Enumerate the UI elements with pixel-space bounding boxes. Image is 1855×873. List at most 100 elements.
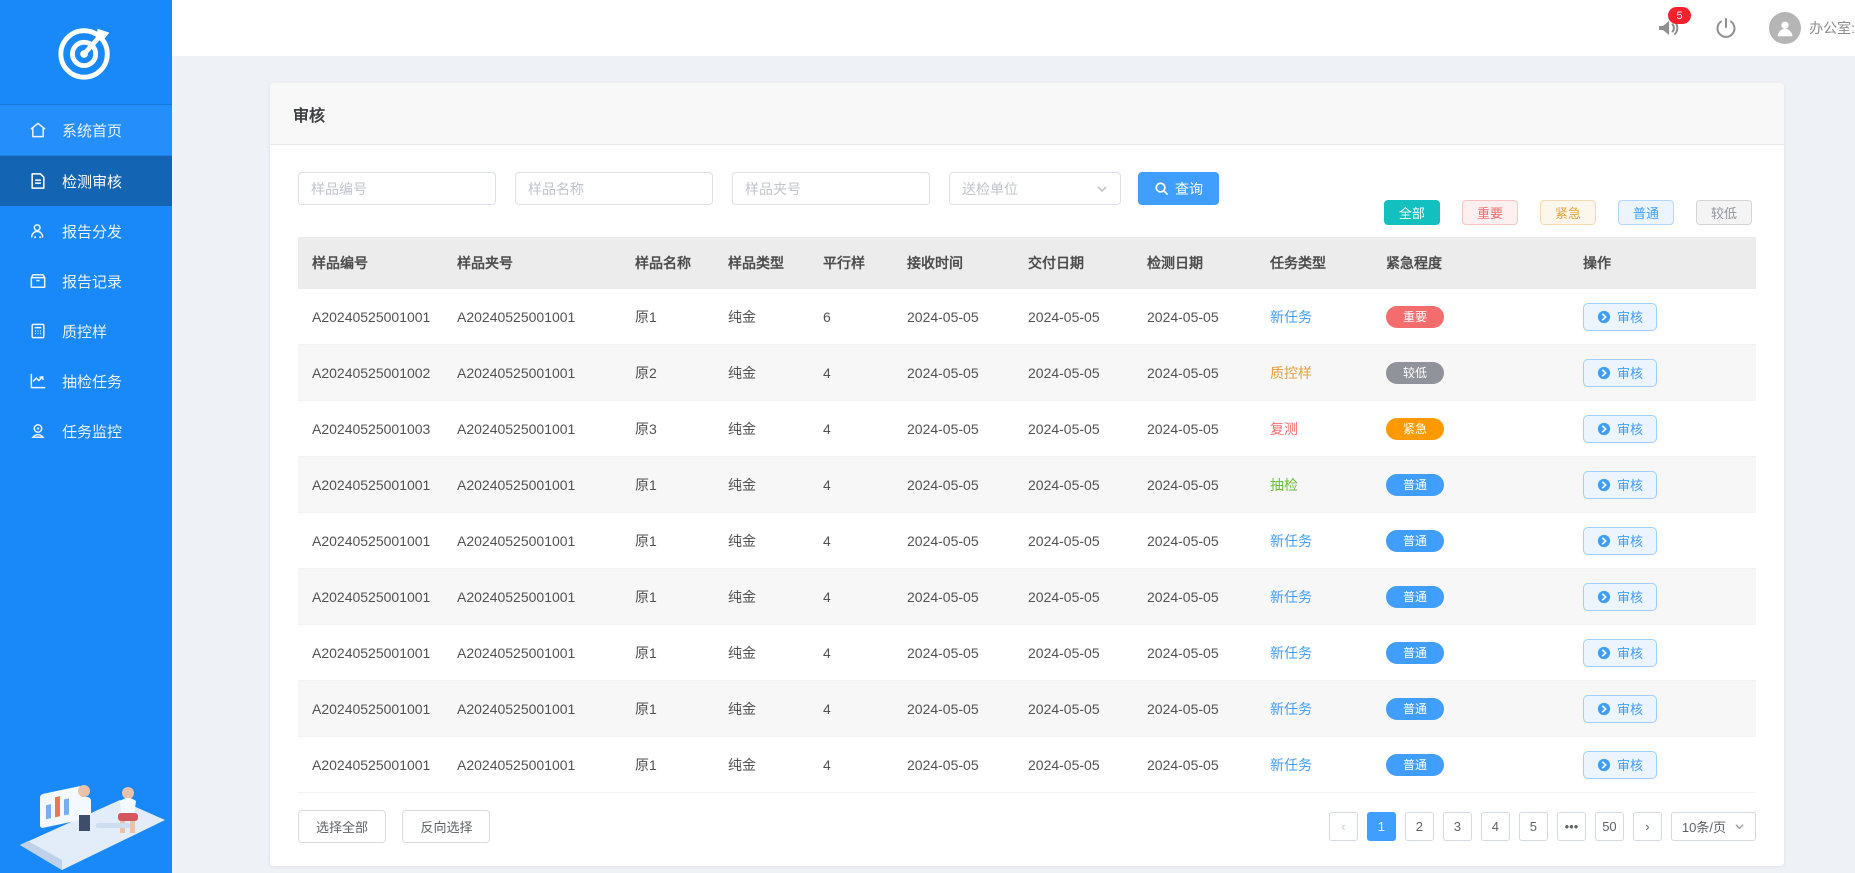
cell-folder-no: A20240525001001 bbox=[443, 681, 621, 737]
filter-important[interactable]: 重要 bbox=[1462, 200, 1518, 225]
cell-parallel: 4 bbox=[809, 737, 893, 793]
table-row: A20240525001003A20240525001001原3纯金42024-… bbox=[298, 401, 1756, 457]
cell-deliver-date: 2024-05-05 bbox=[1014, 737, 1133, 793]
cell-sample-no: A20240525001001 bbox=[298, 737, 443, 793]
cell-task-type: 质控样 bbox=[1270, 365, 1312, 381]
table-body: A20240525001001A20240525001001原1纯金62024-… bbox=[298, 289, 1756, 793]
sidebar-item-sampling-task[interactable]: 抽检任务 bbox=[0, 356, 172, 406]
audit-button[interactable]: 审核 bbox=[1583, 415, 1657, 443]
cell-test-date: 2024-05-05 bbox=[1133, 625, 1256, 681]
column-header: 样品类型 bbox=[714, 237, 809, 289]
column-header: 样品夹号 bbox=[443, 237, 621, 289]
pagination-page-2[interactable]: 2 bbox=[1405, 812, 1434, 841]
cell-task-type: 新任务 bbox=[1270, 757, 1312, 773]
filter-low[interactable]: 较低 bbox=[1696, 200, 1752, 225]
sidebar-item-label: 任务监控 bbox=[62, 421, 122, 442]
sidebar-item-task-monitor[interactable]: 任务监控 bbox=[0, 406, 172, 456]
sample-name-input[interactable] bbox=[515, 172, 713, 205]
column-header: 交付日期 bbox=[1014, 237, 1133, 289]
samples-table: 样品编号样品夹号样品名称样品类型平行样接收时间交付日期检测日期任务类型紧急程度操… bbox=[298, 237, 1756, 793]
pagination-ellipsis[interactable]: ••• bbox=[1557, 812, 1586, 841]
pagination-page-1[interactable]: 1 bbox=[1367, 812, 1396, 841]
pagination-page-50[interactable]: 50 bbox=[1595, 812, 1624, 841]
cell-folder-no: A20240525001001 bbox=[443, 401, 621, 457]
sidebar-item-label: 报告记录 bbox=[62, 271, 122, 292]
cell-sample-name: 原1 bbox=[621, 513, 714, 569]
circle-arrow-right-icon bbox=[1597, 422, 1611, 436]
audit-button[interactable]: 审核 bbox=[1583, 639, 1657, 667]
cell-receive-time: 2024-05-05 bbox=[893, 681, 1014, 737]
cell-deliver-date: 2024-05-05 bbox=[1014, 401, 1133, 457]
cell-parallel: 4 bbox=[809, 569, 893, 625]
cell-parallel: 4 bbox=[809, 457, 893, 513]
pagination-next-button[interactable]: › bbox=[1633, 812, 1662, 841]
sample-no-input[interactable] bbox=[298, 172, 496, 205]
pagination-prev-button[interactable]: ‹ bbox=[1329, 812, 1358, 841]
filter-normal[interactable]: 普通 bbox=[1618, 200, 1674, 225]
column-header: 任务类型 bbox=[1256, 237, 1372, 289]
query-button[interactable]: 查询 bbox=[1138, 172, 1219, 205]
page-size-label: 10条/页 bbox=[1682, 817, 1726, 836]
cell-receive-time: 2024-05-05 bbox=[893, 569, 1014, 625]
audit-button-label: 审核 bbox=[1617, 643, 1643, 662]
urgency-filters: 全部 重要 紧急 普通 较低 bbox=[1384, 200, 1752, 225]
filter-all[interactable]: 全部 bbox=[1384, 200, 1440, 225]
audit-button-label: 审核 bbox=[1617, 363, 1643, 382]
sidebar-item-report-records[interactable]: 报告记录 bbox=[0, 256, 172, 306]
document-icon bbox=[27, 170, 49, 192]
sidebar-item-audit[interactable]: 检测审核 bbox=[0, 156, 172, 206]
urgency-badge: 普通 bbox=[1386, 642, 1444, 664]
cell-sample-name: 原1 bbox=[621, 681, 714, 737]
box-icon bbox=[27, 270, 49, 292]
sidebar-item-report-dispatch[interactable]: 报告分发 bbox=[0, 206, 172, 256]
logout-button[interactable] bbox=[1711, 13, 1741, 43]
notifications-button[interactable]: 5 bbox=[1653, 13, 1683, 43]
audit-button[interactable]: 审核 bbox=[1583, 303, 1657, 331]
urgency-badge: 普通 bbox=[1386, 698, 1444, 720]
audit-button[interactable]: 审核 bbox=[1583, 527, 1657, 555]
pagination-page-4[interactable]: 4 bbox=[1481, 812, 1510, 841]
cell-sample-no: A20240525001001 bbox=[298, 457, 443, 513]
chart-icon bbox=[27, 370, 49, 392]
user-menu[interactable]: 办公室:张 bbox=[1769, 12, 1855, 44]
page-size-select[interactable]: 10条/页 bbox=[1671, 812, 1756, 841]
cell-task-type: 新任务 bbox=[1270, 309, 1312, 325]
cell-task-type: 新任务 bbox=[1270, 645, 1312, 661]
cell-sample-type: 纯金 bbox=[714, 625, 809, 681]
circle-arrow-right-icon bbox=[1597, 758, 1611, 772]
select-all-button[interactable]: 选择全部 bbox=[298, 810, 386, 843]
column-header: 样品名称 bbox=[621, 237, 714, 289]
power-icon bbox=[1714, 16, 1738, 40]
unit-select[interactable]: 送检单位 bbox=[949, 172, 1121, 205]
sidebar-item-label: 报告分发 bbox=[62, 221, 122, 242]
cell-sample-type: 纯金 bbox=[714, 513, 809, 569]
cell-sample-type: 纯金 bbox=[714, 401, 809, 457]
audit-button[interactable]: 审核 bbox=[1583, 751, 1657, 779]
query-button-label: 查询 bbox=[1175, 179, 1203, 199]
cell-deliver-date: 2024-05-05 bbox=[1014, 625, 1133, 681]
cell-parallel: 4 bbox=[809, 513, 893, 569]
teamwork-illustration bbox=[0, 695, 172, 873]
pagination-page-5[interactable]: 5 bbox=[1519, 812, 1548, 841]
chevron-down-icon bbox=[1734, 821, 1745, 832]
audit-button[interactable]: 审核 bbox=[1583, 359, 1657, 387]
audit-button[interactable]: 审核 bbox=[1583, 583, 1657, 611]
sidebar-item-qc-sample[interactable]: 质控样 bbox=[0, 306, 172, 356]
audit-button-label: 审核 bbox=[1617, 307, 1643, 326]
column-header: 接收时间 bbox=[893, 237, 1014, 289]
cell-sample-no: A20240525001003 bbox=[298, 401, 443, 457]
avatar bbox=[1769, 12, 1801, 44]
urgency-badge: 重要 bbox=[1386, 306, 1444, 328]
folder-no-input[interactable] bbox=[732, 172, 930, 205]
pagination-page-3[interactable]: 3 bbox=[1443, 812, 1472, 841]
table-header-row: 样品编号样品夹号样品名称样品类型平行样接收时间交付日期检测日期任务类型紧急程度操… bbox=[298, 237, 1756, 289]
sidebar-item-home[interactable]: 系统首页 bbox=[0, 105, 172, 156]
invert-select-button[interactable]: 反向选择 bbox=[402, 810, 490, 843]
cell-task-type: 新任务 bbox=[1270, 701, 1312, 717]
cell-sample-name: 原1 bbox=[621, 625, 714, 681]
filter-urgent[interactable]: 紧急 bbox=[1540, 200, 1596, 225]
cell-deliver-date: 2024-05-05 bbox=[1014, 569, 1133, 625]
audit-button[interactable]: 审核 bbox=[1583, 695, 1657, 723]
audit-button[interactable]: 审核 bbox=[1583, 471, 1657, 499]
cell-receive-time: 2024-05-05 bbox=[893, 457, 1014, 513]
